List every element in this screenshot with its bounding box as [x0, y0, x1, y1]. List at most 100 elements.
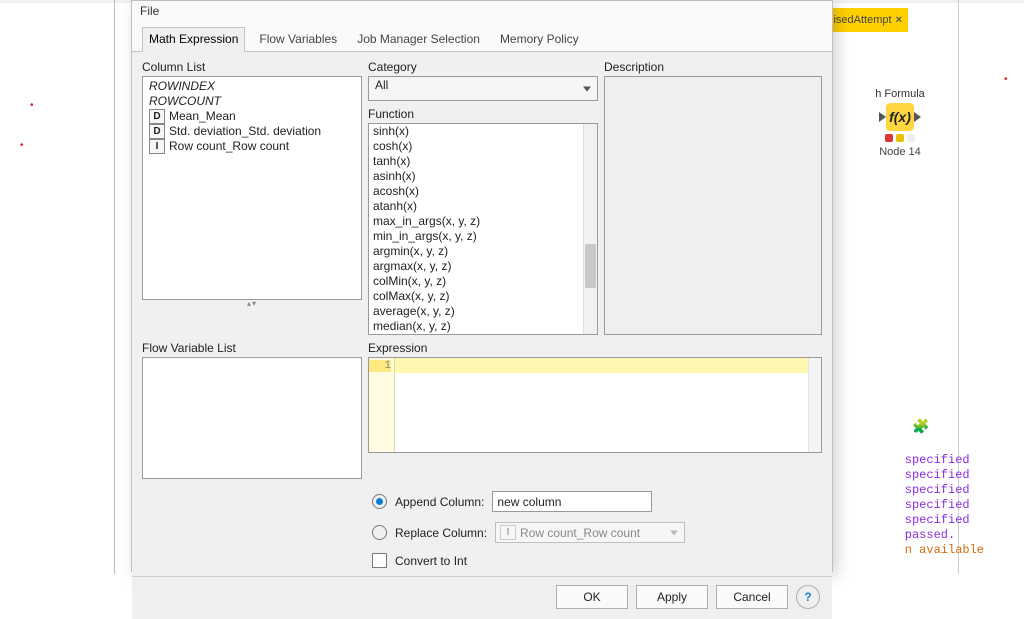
file-menu[interactable]: File — [140, 4, 159, 18]
column-list[interactable]: ROWINDEX ROWCOUNT D Mean_Mean D Std. dev… — [142, 76, 362, 300]
category-value: All — [375, 78, 388, 92]
log-line: specified — [905, 453, 984, 468]
column-item-text: Std. deviation_Std. deviation — [169, 124, 321, 139]
help-button[interactable]: ? — [796, 585, 820, 609]
type-double-icon: D — [149, 124, 165, 139]
flow-variable-section: Flow Variable List — [142, 341, 362, 479]
category-function-section: Category All Function sinh(x) cosh(x) ta… — [368, 60, 598, 335]
column-item-std[interactable]: D Std. deviation_Std. deviation — [147, 124, 357, 139]
function-item[interactable]: asinh(x) — [369, 169, 597, 184]
close-icon[interactable]: × — [896, 14, 902, 26]
function-item[interactable]: atanh(x) — [369, 199, 597, 214]
function-item[interactable]: acosh(x) — [369, 184, 597, 199]
workspace-left-border — [114, 0, 115, 574]
expression-section: Expression 1 — [368, 341, 822, 479]
chevron-down-icon — [583, 86, 591, 91]
decoration-dot: • — [1004, 74, 1008, 85]
node-title-line: h Formula — [866, 88, 934, 101]
append-column-label: Append Column: — [395, 495, 484, 509]
function-label: Function — [368, 107, 598, 123]
function-item[interactable]: argmin(x, y, z) — [369, 244, 597, 259]
chevron-down-icon — [670, 530, 678, 535]
column-item-rowcount[interactable]: ROWCOUNT — [147, 94, 357, 109]
replace-column-row: Replace Column: I Row count_Row count — [372, 522, 802, 543]
function-item[interactable]: colMax(x, y, z) — [369, 289, 597, 304]
column-list-section: Column List ROWINDEX ROWCOUNT D Mean_Mea… — [142, 60, 362, 335]
fx-icon: f(x) — [889, 109, 911, 125]
cancel-button[interactable]: Cancel — [716, 585, 788, 609]
replace-column-value: Row count_Row count — [520, 526, 640, 540]
column-item-rowcountcol[interactable]: I Row count_Row count — [147, 139, 357, 154]
scrollbar-thumb[interactable] — [585, 244, 596, 288]
tab-flow-variables[interactable]: Flow Variables — [253, 28, 343, 51]
convert-to-int-row: Convert to Int — [372, 553, 802, 568]
function-item[interactable]: colMin(x, y, z) — [369, 274, 597, 289]
expression-editor[interactable]: 1 — [368, 357, 822, 453]
tab-math-expression[interactable]: Math Expression — [142, 27, 245, 52]
column-item-text: ROWINDEX — [149, 79, 215, 94]
function-list[interactable]: sinh(x) cosh(x) tanh(x) asinh(x) acosh(x… — [368, 123, 598, 335]
category-label: Category — [368, 60, 598, 76]
status-warn-icon — [896, 134, 904, 142]
function-item[interactable]: argmax(x, y, z) — [369, 259, 597, 274]
editor-tab-revised-attempt[interactable]: isedAttempt × — [827, 8, 908, 32]
append-column-input[interactable]: new column — [492, 491, 652, 512]
node-output-port[interactable] — [914, 112, 921, 122]
type-int-icon: I — [500, 525, 516, 540]
gutter-line-1: 1 — [369, 360, 391, 372]
expression-label: Expression — [368, 341, 822, 357]
function-item[interactable]: cosh(x) — [369, 139, 597, 154]
log-line: specified — [905, 468, 984, 483]
description-label: Description — [604, 60, 822, 76]
math-formula-node-icon: f(x) — [886, 103, 914, 131]
node-input-port[interactable] — [879, 112, 886, 122]
function-item[interactable]: max_in_args(x, y, z) — [369, 214, 597, 229]
status-red-icon — [885, 134, 893, 142]
function-item[interactable]: average(x, y, z) — [369, 304, 597, 319]
description-box — [604, 76, 822, 335]
replace-column-select[interactable]: I Row count_Row count — [495, 522, 685, 543]
function-item[interactable]: median(x, y, z) — [369, 319, 597, 334]
category-select[interactable]: All — [368, 76, 598, 101]
column-item-text: Row count_Row count — [169, 139, 289, 154]
column-item-text: ROWCOUNT — [149, 94, 221, 109]
append-column-value: new column — [497, 495, 561, 509]
node-status-row — [866, 134, 934, 142]
decoration-dot: • — [20, 140, 24, 151]
log-line: n available — [905, 543, 984, 558]
tab-job-manager[interactable]: Job Manager Selection — [351, 28, 486, 51]
palette-icon[interactable]: 🧩 — [912, 418, 928, 434]
expression-gutter: 1 — [369, 358, 395, 452]
function-item[interactable]: sinh(x) — [369, 124, 597, 139]
log-line: specified — [905, 483, 984, 498]
dialog-button-bar: OK Apply Cancel ? — [132, 576, 832, 619]
ok-button[interactable]: OK — [556, 585, 628, 609]
function-section: Function sinh(x) cosh(x) tanh(x) asinh(x… — [368, 107, 598, 335]
log-line: specified — [905, 513, 984, 528]
status-blank-icon — [907, 134, 915, 142]
append-column-row: Append Column: new column — [372, 491, 802, 512]
replace-column-label: Replace Column: — [395, 526, 487, 540]
split-handle[interactable]: ▴▾ — [142, 300, 362, 306]
tab-strip: Math Expression Flow Variables Job Manag… — [132, 21, 832, 52]
dialog-body: Column List ROWINDEX ROWCOUNT D Mean_Mea… — [132, 52, 832, 576]
expression-scrollbar[interactable] — [808, 358, 821, 452]
column-item-rowindex[interactable]: ROWINDEX — [147, 79, 357, 94]
log-line: specified — [905, 498, 984, 513]
flow-variable-label: Flow Variable List — [142, 341, 362, 357]
node-label: Node 14 — [866, 146, 934, 158]
column-item-mean[interactable]: D Mean_Mean — [147, 109, 357, 124]
expression-textarea[interactable] — [395, 358, 821, 452]
function-scrollbar[interactable] — [583, 124, 597, 334]
append-column-radio[interactable] — [372, 494, 387, 509]
flow-variable-list[interactable] — [142, 357, 362, 479]
apply-button[interactable]: Apply — [636, 585, 708, 609]
replace-column-radio[interactable] — [372, 525, 387, 540]
column-list-label: Column List — [142, 60, 362, 76]
description-section: Description — [604, 60, 822, 335]
convert-to-int-checkbox[interactable] — [372, 553, 387, 568]
function-item[interactable]: tanh(x) — [369, 154, 597, 169]
function-item[interactable]: min_in_args(x, y, z) — [369, 229, 597, 244]
tab-memory-policy[interactable]: Memory Policy — [494, 28, 585, 51]
workflow-node-math-formula[interactable]: h Formula f(x) Node 14 — [866, 88, 934, 158]
